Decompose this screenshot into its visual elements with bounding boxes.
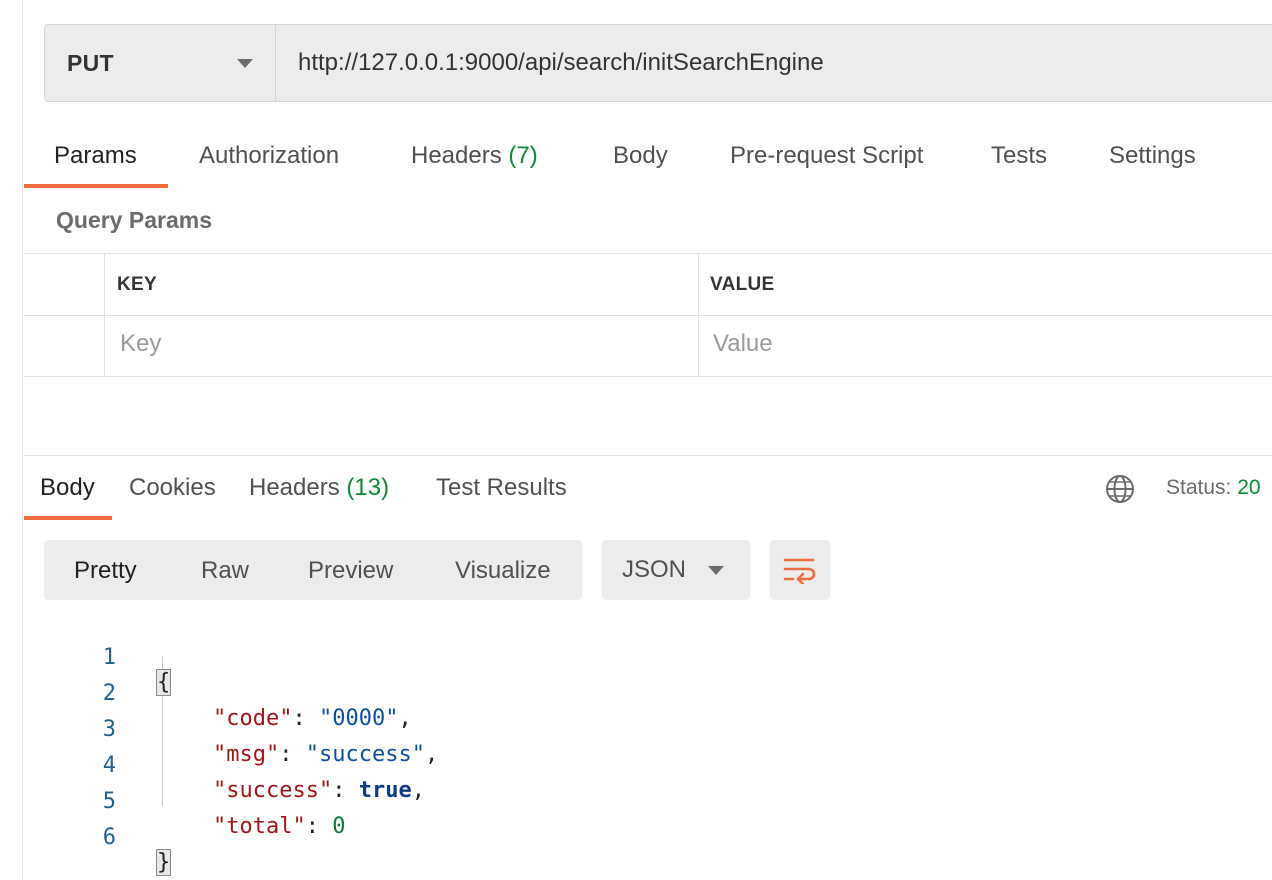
active-tab-indicator: [24, 516, 112, 520]
param-value-input[interactable]: [713, 330, 1113, 358]
url-bar: PUT http://127.0.0.1:9000/api/search/ini…: [44, 24, 1272, 102]
code-line: 2 "code": "0000",: [0, 656, 600, 731]
column-header-value: VALUE: [710, 274, 775, 295]
tab-label: Params: [54, 142, 137, 169]
tab-label: Test Results: [436, 474, 567, 501]
globe-icon[interactable]: [1104, 473, 1136, 505]
line-number: 6: [102, 825, 116, 850]
pane-divider[interactable]: [24, 455, 1272, 456]
chevron-down-icon: [708, 565, 724, 575]
view-pretty-button[interactable]: Pretty: [74, 540, 137, 600]
tab-label: Body: [613, 142, 668, 169]
code-line: 6 }: [0, 800, 600, 876]
tab-headers[interactable]: Headers (7): [411, 130, 538, 188]
method-label: PUT: [67, 49, 114, 76]
close-brace: }: [155, 849, 172, 876]
response-status: Status: 20: [1166, 476, 1261, 500]
code-line: 1 {: [0, 620, 600, 696]
status-code: 20: [1237, 476, 1261, 499]
tab-label: Tests: [991, 142, 1048, 169]
format-label: JSON: [622, 556, 687, 583]
method-select[interactable]: PUT: [45, 25, 276, 101]
status-label: Status:: [1166, 476, 1232, 499]
tab-body[interactable]: Body: [613, 130, 668, 188]
code-line: 5 "total": 0: [0, 764, 600, 839]
code-line: 4 "success": true,: [0, 728, 600, 803]
tab-label: Headers: [249, 474, 340, 501]
query-params-title: Query Params: [56, 207, 212, 233]
headers-count-badge: (7): [508, 142, 538, 169]
view-raw-button[interactable]: Raw: [201, 540, 249, 600]
code-line: 3 "msg": "success",: [0, 692, 600, 767]
view-preview-button[interactable]: Preview: [308, 540, 393, 600]
view-visualize-button[interactable]: Visualize: [455, 540, 551, 600]
tab-tests[interactable]: Tests: [991, 130, 1047, 188]
tab-response-body[interactable]: Body: [40, 462, 95, 520]
tab-label: Authorization: [199, 142, 340, 169]
table-row: [24, 316, 1272, 378]
tab-cookies[interactable]: Cookies: [129, 462, 216, 520]
column-header-key: KEY: [117, 274, 157, 295]
tab-authorization[interactable]: Authorization: [199, 130, 339, 188]
tab-response-headers[interactable]: Headers (13): [249, 462, 389, 520]
tab-label: Body: [40, 474, 95, 501]
query-params-table: KEY VALUE: [24, 253, 1272, 377]
format-select[interactable]: JSON: [602, 540, 750, 600]
wrap-lines-icon: [783, 558, 816, 584]
tab-label: Settings: [1109, 142, 1196, 169]
tab-label: Cookies: [129, 474, 216, 501]
tab-pre-request-script[interactable]: Pre-request Script: [730, 130, 923, 188]
active-tab-indicator: [24, 184, 168, 188]
tab-params[interactable]: Params: [54, 130, 137, 188]
view-mode-toggle: Pretty Raw Preview Visualize: [44, 540, 582, 600]
tab-test-results[interactable]: Test Results: [436, 462, 567, 520]
headers-count-badge: (13): [346, 474, 390, 501]
wrap-lines-button[interactable]: [770, 540, 830, 600]
table-header-row: KEY VALUE: [24, 254, 1272, 316]
tab-settings[interactable]: Settings: [1109, 130, 1196, 188]
tab-label: Pre-request Script: [730, 142, 924, 169]
param-key-input[interactable]: [120, 330, 520, 358]
chevron-down-icon: [237, 58, 253, 68]
tab-label: Headers: [411, 142, 502, 169]
url-input[interactable]: http://127.0.0.1:9000/api/search/initSea…: [276, 49, 824, 77]
